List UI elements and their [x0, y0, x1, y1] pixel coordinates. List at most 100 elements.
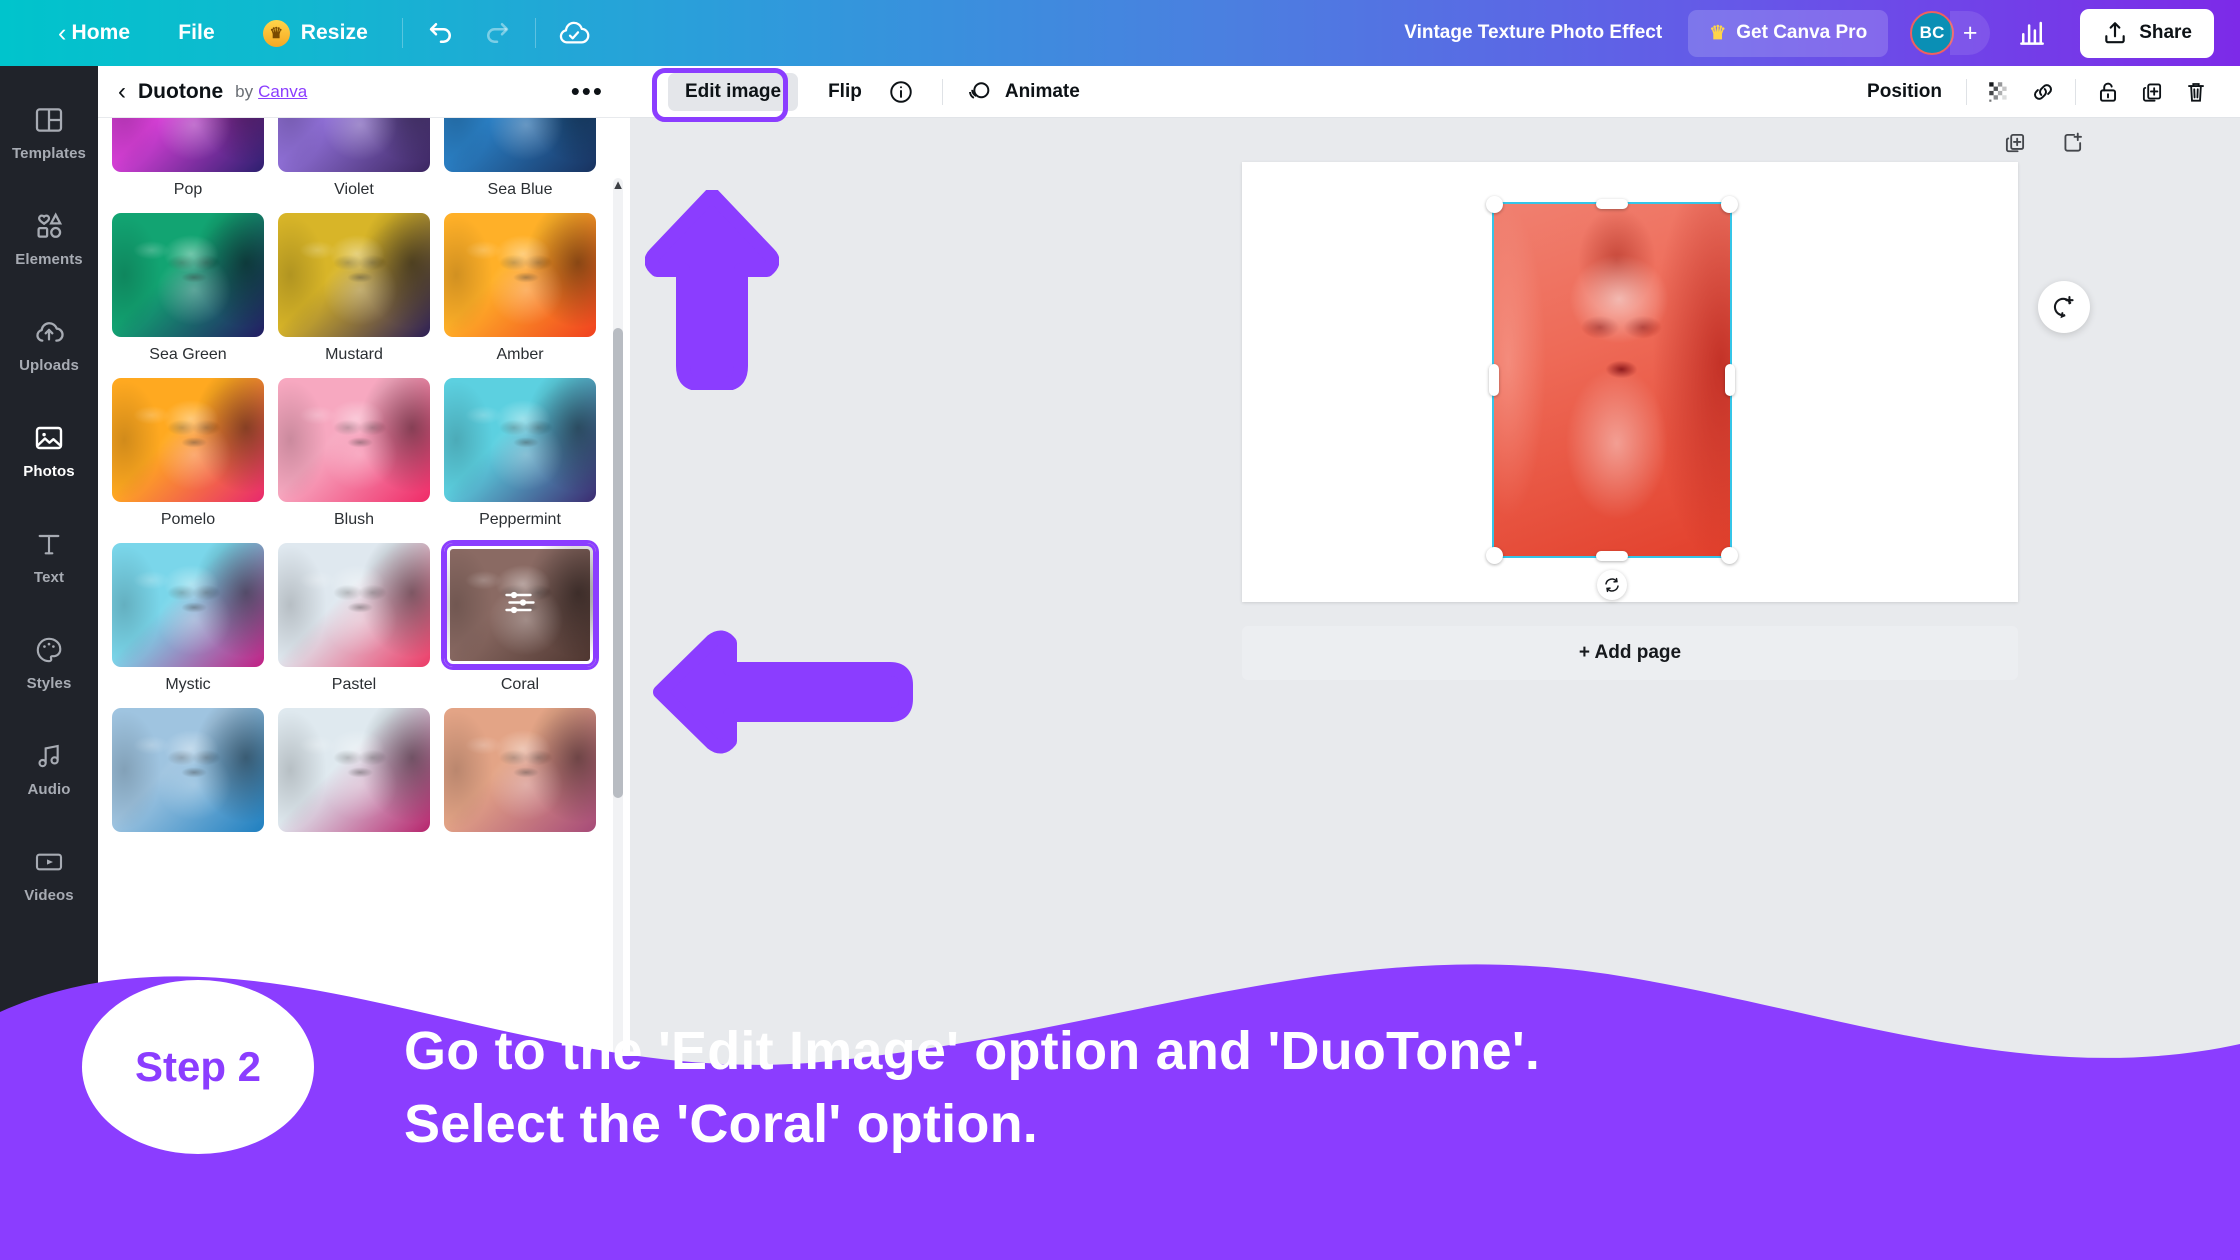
- sidebar-item-videos[interactable]: Videos: [0, 822, 98, 928]
- flip-button[interactable]: Flip: [828, 81, 862, 103]
- instruction-text: Go to the 'Edit Image' option and 'DuoTo…: [404, 1015, 1540, 1161]
- duotone-filter-label: Pop: [173, 181, 203, 198]
- duotone-filter-coral[interactable]: Coral: [444, 543, 596, 694]
- file-menu-button[interactable]: File: [154, 0, 239, 66]
- resize-handle-bottom-left[interactable]: [1486, 547, 1503, 564]
- link-button[interactable]: [2021, 70, 2065, 114]
- duotone-filter-pomelo[interactable]: Pomelo: [112, 378, 264, 529]
- transparency-button[interactable]: [1977, 70, 2021, 114]
- duotone-filter-label: Pastel: [331, 676, 377, 693]
- duotone-thumbnail[interactable]: [278, 543, 430, 667]
- link-icon: [2034, 83, 2052, 100]
- resize-handle-bottom[interactable]: [1596, 551, 1628, 561]
- duotone-thumbnail[interactable]: [278, 213, 430, 337]
- avatar[interactable]: BC: [1910, 11, 1955, 55]
- duotone-filter-mustard[interactable]: Mustard: [278, 213, 430, 364]
- duotone-thumbnail[interactable]: [444, 213, 596, 337]
- duplicate-page-button[interactable]: [1998, 126, 2032, 160]
- panel-back-button[interactable]: ‹: [118, 78, 126, 106]
- sidebar-item-styles[interactable]: Styles: [0, 610, 98, 716]
- duotone-filter-item-13[interactable]: [278, 708, 430, 859]
- selected-image-object[interactable]: [1486, 196, 1738, 600]
- sidebar-item-text[interactable]: Text: [0, 504, 98, 610]
- duotone-thumbnail[interactable]: [444, 543, 596, 667]
- document-title[interactable]: Vintage Texture Photo Effect: [1404, 22, 1662, 44]
- insights-button[interactable]: [2004, 5, 2060, 61]
- add-page-button-top[interactable]: [2056, 126, 2090, 160]
- duotone-thumbnail[interactable]: [112, 708, 264, 832]
- share-button[interactable]: Share: [2080, 8, 2214, 58]
- duotone-preview-image: [278, 543, 430, 667]
- edit-image-button[interactable]: Edit image: [668, 72, 799, 111]
- duotone-filter-peppermint[interactable]: Peppermint: [444, 378, 596, 529]
- duplicate-button[interactable]: [2130, 70, 2174, 114]
- sliders-icon[interactable]: [502, 585, 538, 626]
- animate-button[interactable]: Animate: [965, 78, 1080, 106]
- sidebar-label-photos: Photos: [23, 463, 75, 480]
- get-canva-pro-button[interactable]: ♛ Get Canva Pro: [1688, 9, 1889, 57]
- panel-author-link[interactable]: Canva: [258, 82, 307, 102]
- animate-label: Animate: [1004, 80, 1080, 102]
- duotone-filter-label: Sea Green: [149, 346, 227, 363]
- resize-handle-top[interactable]: [1596, 199, 1628, 209]
- delete-button[interactable]: [2174, 70, 2218, 114]
- get-canva-pro-label: Get Canva Pro: [1736, 22, 1868, 43]
- resize-handle-top-left[interactable]: [1486, 196, 1503, 213]
- sidebar-item-templates[interactable]: Templates: [0, 80, 98, 186]
- duotone-filter-item-12[interactable]: [112, 708, 264, 859]
- duotone-photo[interactable]: [1492, 202, 1732, 558]
- sidebar-item-photos[interactable]: Photos: [0, 398, 98, 504]
- duotone-filter-blush[interactable]: Blush: [278, 378, 430, 529]
- sidebar-label-elements: Elements: [15, 251, 83, 268]
- info-button[interactable]: [884, 75, 918, 109]
- cloud-saved-button[interactable]: [546, 5, 602, 61]
- invite-members-button[interactable]: +: [1950, 11, 1991, 55]
- duotone-thumbnail[interactable]: [278, 708, 430, 832]
- resize-handle-top-right[interactable]: [1721, 196, 1738, 213]
- photos-icon: [35, 426, 63, 450]
- toolbar-divider-1: [401, 18, 403, 48]
- duotone-thumbnail[interactable]: [112, 378, 264, 502]
- home-button[interactable]: ‹ Home: [34, 0, 154, 66]
- undo-button[interactable]: [413, 5, 469, 61]
- top-bar-left: ‹ Home File ♛ Resize: [0, 0, 602, 66]
- duotone-thumbnail[interactable]: [444, 378, 596, 502]
- lock-button[interactable]: [2086, 70, 2130, 114]
- scroll-up-arrow[interactable]: ▲: [610, 176, 626, 192]
- duotone-filter-pastel[interactable]: Pastel: [278, 543, 430, 694]
- duotone-filter-mystic[interactable]: Mystic: [112, 543, 264, 694]
- duotone-thumbnail[interactable]: [112, 213, 264, 337]
- sidebar-item-uploads[interactable]: Uploads: [0, 292, 98, 398]
- redo-button[interactable]: [469, 5, 525, 61]
- uploads-icon: [36, 322, 64, 342]
- duotone-filter-grid: Pop Violet Sea Blue Sea Green Mustard Amber Po…: [112, 66, 604, 859]
- add-page-bar[interactable]: + Add page: [1242, 626, 2018, 680]
- duotone-filter-item-14[interactable]: [444, 708, 596, 859]
- duotone-preview-image: [112, 378, 264, 502]
- flip-label: Flip: [828, 80, 862, 102]
- duotone-preview-image: [444, 708, 596, 832]
- duotone-filter-label: Amber: [496, 346, 544, 363]
- duotone-filter-amber[interactable]: Amber: [444, 213, 596, 364]
- design-page[interactable]: [1242, 162, 2018, 602]
- file-label: File: [178, 21, 215, 44]
- position-button[interactable]: Position: [1867, 81, 1942, 103]
- resize-handle-right[interactable]: [1725, 364, 1735, 396]
- resize-button[interactable]: ♛ Resize: [239, 0, 392, 66]
- duotone-filter-label: Mystic: [165, 676, 211, 693]
- scrollbar-thumb[interactable]: [613, 328, 623, 798]
- videos-icon: [35, 853, 63, 871]
- object-toolbar-right: Position: [1867, 70, 2240, 114]
- duotone-filter-sea-green[interactable]: Sea Green: [112, 213, 264, 364]
- sidebar-item-audio[interactable]: Audio: [0, 716, 98, 822]
- duotone-thumbnail[interactable]: [444, 708, 596, 832]
- sidebar-label-uploads: Uploads: [19, 357, 79, 374]
- panel-more-button[interactable]: •••: [571, 78, 604, 104]
- rotate-handle[interactable]: [1597, 570, 1627, 600]
- add-comment-button[interactable]: [2038, 281, 2090, 333]
- duotone-thumbnail[interactable]: [112, 543, 264, 667]
- resize-handle-bottom-right[interactable]: [1721, 547, 1738, 564]
- duotone-thumbnail[interactable]: [278, 378, 430, 502]
- resize-handle-left[interactable]: [1489, 364, 1499, 396]
- sidebar-item-elements[interactable]: Elements: [0, 186, 98, 292]
